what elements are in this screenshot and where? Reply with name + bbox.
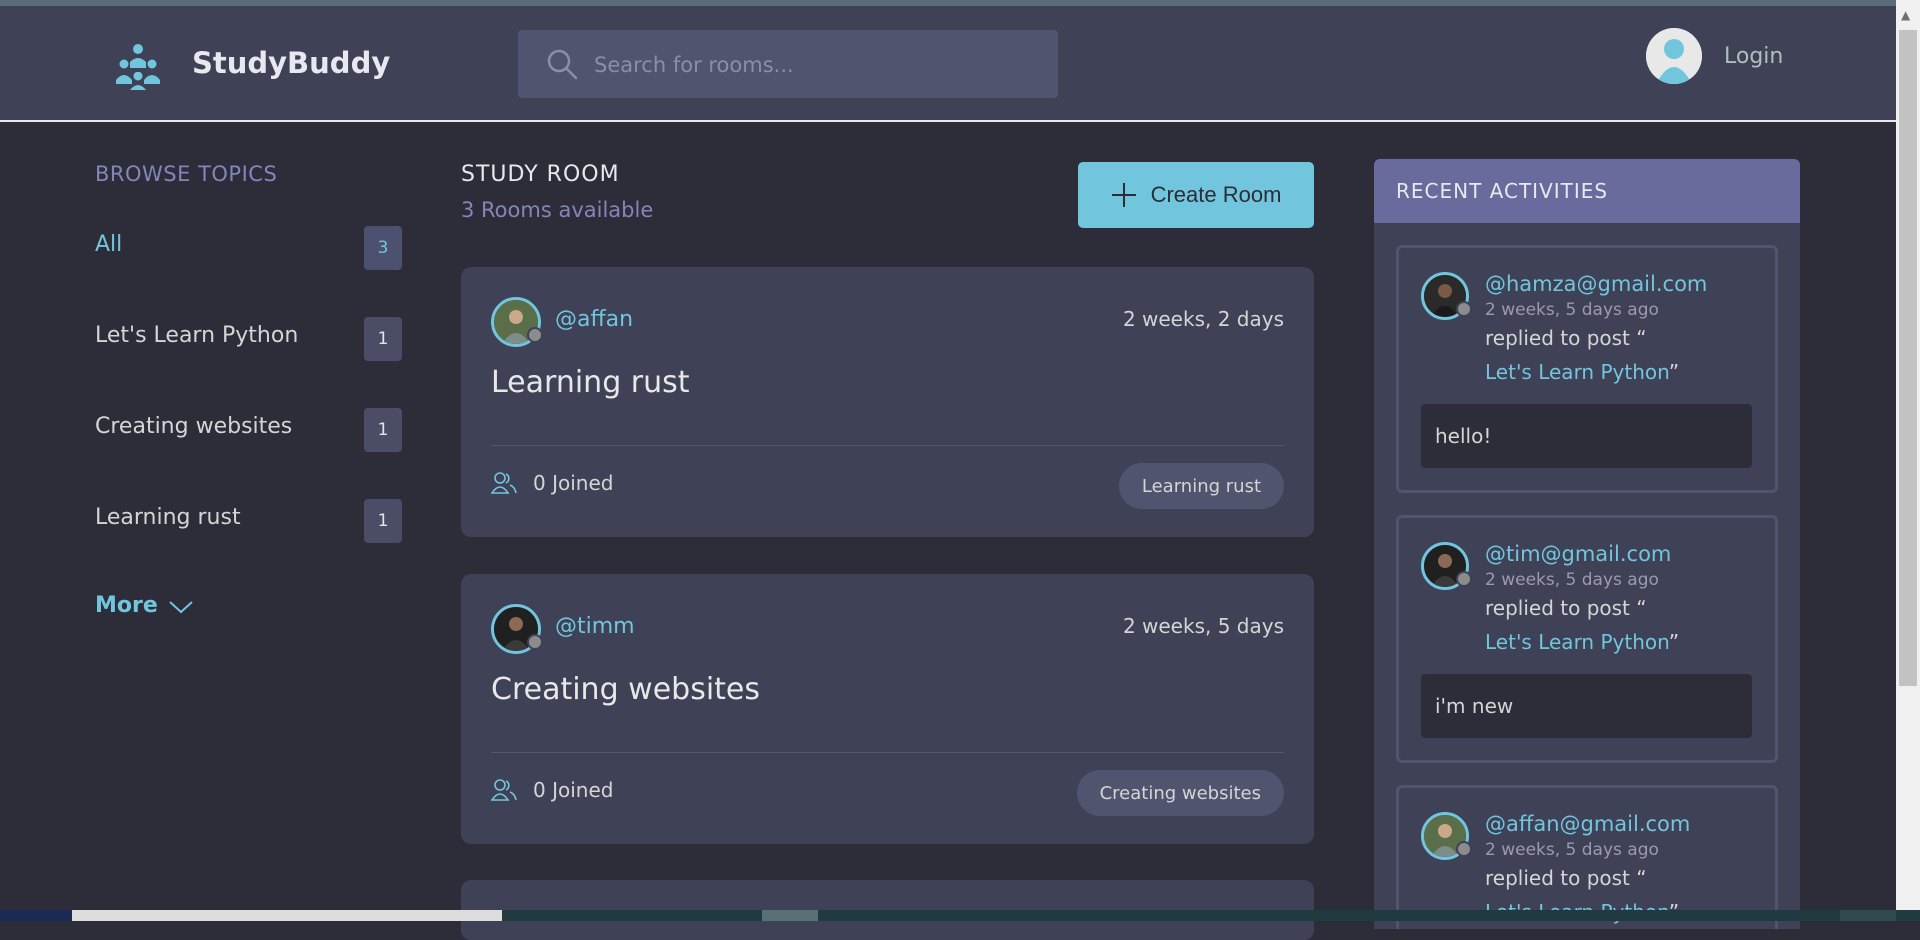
close-quote: ” — [1668, 360, 1680, 384]
scrollbar-thumb[interactable] — [1899, 30, 1917, 686]
room-card[interactable]: @affan 2 weeks, 2 days Learning rust 0 J… — [461, 267, 1314, 537]
topic-label: Let's Learn Python — [95, 323, 299, 348]
users-icon — [491, 472, 517, 494]
activity-time: 2 weeks, 5 days ago — [1485, 570, 1659, 590]
topic-label: All — [95, 232, 123, 257]
activity-card: @hamza@gmail.com 2 weeks, 5 days ago rep… — [1396, 245, 1778, 493]
offline-status-dot — [527, 327, 543, 343]
activity-username[interactable]: @tim@gmail.com — [1485, 542, 1671, 566]
offline-status-dot — [1456, 571, 1472, 587]
topic-item-creating-websites[interactable]: Creating websites 1 — [95, 408, 402, 458]
topic-item-all[interactable]: All 3 — [95, 226, 402, 276]
room-topic-tag[interactable]: Creating websites — [1076, 770, 1284, 816]
scroll-up-arrow-icon[interactable]: ▲ — [1901, 8, 1910, 22]
activity-post-link[interactable]: Let's Learn Python” — [1485, 630, 1679, 654]
joined-count: 0 Joined — [533, 471, 614, 495]
topic-count: 3 — [364, 226, 402, 270]
topic-count: 1 — [364, 408, 402, 452]
room-title-link[interactable]: Creating websites — [491, 672, 760, 707]
search-icon — [547, 49, 578, 80]
close-quote: ” — [1668, 630, 1680, 654]
activity-time: 2 weeks, 5 days ago — [1485, 300, 1659, 320]
room-host-username[interactable]: @affan — [555, 307, 633, 332]
activity-post-link[interactable]: Let's Learn Python” — [1485, 360, 1679, 384]
taskbar-tray[interactable] — [1840, 910, 1896, 921]
activity-username[interactable]: @hamza@gmail.com — [1485, 272, 1707, 296]
topic-count: 1 — [364, 499, 402, 543]
room-participants: 0 Joined — [491, 778, 613, 802]
room-title-link[interactable]: Learning rust — [491, 365, 690, 400]
chevron-down-icon — [169, 601, 193, 614]
activity-post-title[interactable]: Let's Learn Python — [1485, 630, 1669, 654]
create-room-label: Create Room — [1150, 182, 1282, 207]
login-link[interactable]: Login — [1724, 44, 1783, 69]
browse-topics-heading: BROWSE TOPICS — [95, 162, 278, 186]
topic-label: Creating websites — [95, 414, 293, 439]
recent-activities-panel: RECENT ACTIVITIES @hamza@gmail.com 2 wee… — [1374, 159, 1800, 929]
studybuddy-logo-icon[interactable] — [112, 40, 164, 92]
brand-name[interactable]: StudyBuddy — [192, 46, 390, 80]
taskbar-search-box[interactable] — [72, 910, 502, 921]
search-bar[interactable] — [518, 30, 1058, 98]
create-room-button[interactable]: Create Room — [1078, 162, 1314, 228]
activity-action: replied to post “ — [1485, 326, 1647, 350]
room-timestamp: 2 weeks, 2 days — [1122, 307, 1284, 331]
default-user-icon — [1646, 28, 1702, 84]
more-label: More — [95, 593, 158, 618]
app-header: StudyBuddy Login — [0, 6, 1896, 122]
activity-message: i'm new — [1421, 674, 1752, 738]
divider — [491, 445, 1284, 446]
user-avatar[interactable] — [1646, 28, 1702, 84]
topic-item-lets-learn-python[interactable]: Let's Learn Python 1 — [95, 317, 402, 367]
room-card[interactable]: @timm 2 weeks, 5 days Creating websites … — [461, 574, 1314, 844]
offline-status-dot — [1456, 301, 1472, 317]
activity-card: @affan@gmail.com 2 weeks, 5 days ago rep… — [1396, 785, 1778, 929]
topic-item-learning-rust[interactable]: Learning rust 1 — [95, 499, 402, 549]
activity-action: replied to post “ — [1485, 596, 1647, 620]
activity-card: @tim@gmail.com 2 weeks, 5 days ago repli… — [1396, 515, 1778, 763]
room-timestamp: 2 weeks, 5 days — [1122, 614, 1284, 638]
room-participants: 0 Joined — [491, 471, 613, 495]
taskbar-start-area[interactable] — [0, 910, 72, 921]
users-icon — [491, 779, 517, 801]
rooms-available-count: 3 Rooms available — [461, 198, 654, 222]
activity-post-title[interactable]: Let's Learn Python — [1485, 360, 1669, 384]
room-host-username[interactable]: @timm — [555, 614, 635, 639]
offline-status-dot — [1456, 841, 1472, 857]
activity-time: 2 weeks, 5 days ago — [1485, 840, 1659, 860]
plus-icon — [1111, 183, 1136, 207]
recent-activities-title: RECENT ACTIVITIES — [1374, 159, 1800, 223]
activity-action: replied to post “ — [1485, 866, 1647, 890]
joined-count: 0 Joined — [533, 778, 614, 802]
search-input[interactable] — [592, 44, 1036, 86]
divider — [491, 752, 1284, 753]
taskbar-app-icon[interactable] — [762, 910, 818, 921]
activity-username[interactable]: @affan@gmail.com — [1485, 812, 1690, 836]
activity-message: hello! — [1421, 404, 1752, 468]
topic-count: 1 — [364, 317, 402, 361]
topic-label: Learning rust — [95, 505, 241, 530]
study-room-title: STUDY ROOM — [461, 162, 620, 187]
offline-status-dot — [527, 634, 543, 650]
more-topics-button[interactable]: More — [95, 593, 194, 618]
room-topic-tag[interactable]: Learning rust — [1118, 463, 1284, 509]
